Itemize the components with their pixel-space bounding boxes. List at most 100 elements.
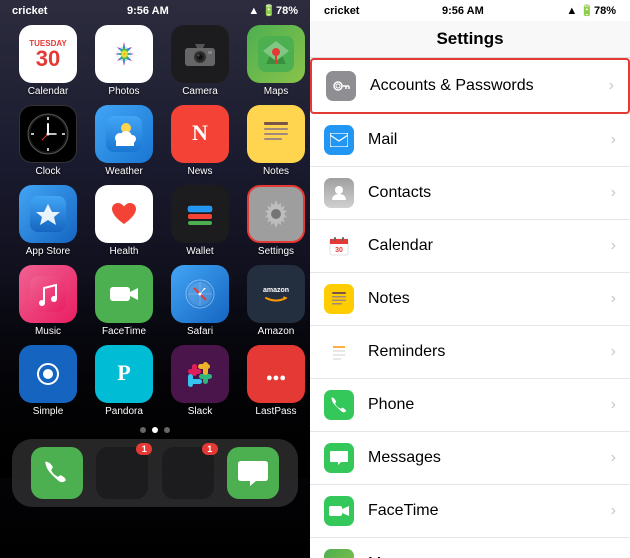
social-badge: 1: [136, 443, 152, 455]
health-label: Health: [110, 246, 139, 257]
app-pandora[interactable]: P Pandora: [90, 345, 158, 417]
calendar-label-r: Calendar: [368, 237, 611, 255]
calendar-label: Calendar: [28, 86, 69, 97]
app-weather[interactable]: Weather: [90, 105, 158, 177]
app-photos[interactable]: Photos: [90, 25, 158, 97]
dot-3: [164, 427, 170, 433]
app-notes[interactable]: Notes: [242, 105, 310, 177]
contacts-icon-bg: [324, 178, 354, 208]
reminders-icon: [330, 343, 348, 361]
settings-item-maps[interactable]: Maps ›: [310, 538, 630, 558]
settings-item-phone[interactable]: Phone ›: [310, 379, 630, 432]
dock-multi[interactable]: 1: [162, 447, 214, 499]
facetime-label: FaceTime: [102, 326, 146, 337]
app-slack[interactable]: Slack: [166, 345, 234, 417]
photos-icon: [106, 36, 142, 72]
mail-icon: [330, 133, 348, 147]
phone-settings-icon-bg: [324, 390, 354, 420]
notes-icon: [258, 116, 294, 152]
app-facetime[interactable]: FaceTime: [90, 265, 158, 337]
health-icon: [106, 196, 142, 232]
settings-item-accounts[interactable]: Accounts & Passwords ›: [310, 58, 630, 114]
settings-item-facetime[interactable]: FaceTime ›: [310, 485, 630, 538]
photos-label: Photos: [108, 86, 139, 97]
contacts-icon: [330, 184, 348, 202]
music-label: Music: [35, 326, 61, 337]
camera-icon: [183, 40, 217, 68]
contacts-chevron: ›: [611, 184, 616, 202]
app-news[interactable]: N News: [166, 105, 234, 177]
dock-messages[interactable]: [227, 447, 279, 499]
app-appstore[interactable]: App Store: [14, 185, 82, 257]
app-calendar[interactable]: Tuesday 30 Calendar: [14, 25, 82, 97]
phone-settings-icon: [330, 396, 348, 414]
maps-label: Maps: [264, 86, 288, 97]
left-carrier: cricket: [12, 5, 47, 17]
dock: 1 1: [12, 439, 298, 507]
dot-1: [140, 427, 146, 433]
pandora-icon: P: [106, 356, 142, 392]
music-icon: [30, 276, 66, 312]
lastpass-icon: ●●●: [258, 356, 294, 392]
app-music[interactable]: Music: [14, 265, 82, 337]
settings-label: Settings: [258, 246, 294, 257]
facetime-icon: [106, 276, 142, 312]
wallet-icon: [182, 196, 218, 232]
clock-icon: [26, 112, 70, 156]
svg-text:amazon: amazon: [263, 287, 289, 294]
amazon-icon: amazon: [258, 276, 294, 312]
app-grid: Tuesday 30 Calendar: [0, 21, 310, 421]
notes-chevron: ›: [611, 290, 616, 308]
settings-item-contacts[interactable]: Contacts ›: [310, 167, 630, 220]
svg-text:●●●: ●●●: [266, 372, 286, 384]
app-wallet[interactable]: Wallet: [166, 185, 234, 257]
messages-settings-icon: [330, 450, 348, 466]
settings-item-messages[interactable]: Messages ›: [310, 432, 630, 485]
maps-settings-icon-bg: [324, 549, 354, 558]
settings-icon: [260, 198, 292, 230]
notes-label-r: Notes: [368, 290, 611, 308]
left-time: 9:56 AM: [127, 5, 169, 17]
appstore-label: App Store: [26, 246, 70, 257]
app-simple[interactable]: Simple: [14, 345, 82, 417]
mail-label: Mail: [368, 131, 611, 149]
dock-phone[interactable]: [31, 447, 83, 499]
settings-item-reminders[interactable]: Reminders ›: [310, 326, 630, 379]
settings-item-calendar[interactable]: 30 Calendar ›: [310, 220, 630, 273]
left-battery: ▲ 🔋78%: [248, 4, 298, 17]
settings-nav-bar: Settings: [310, 21, 630, 58]
app-lastpass[interactable]: ●●● LastPass: [242, 345, 310, 417]
simple-icon: [30, 356, 66, 392]
svg-text:30: 30: [335, 247, 343, 254]
phone-label-r: Phone: [368, 396, 611, 414]
accounts-label: Accounts & Passwords: [370, 77, 609, 95]
reminders-icon-bg: [324, 337, 354, 367]
right-carrier: cricket: [324, 5, 359, 17]
app-clock[interactable]: Clock: [14, 105, 82, 177]
app-health[interactable]: Health: [90, 185, 158, 257]
app-maps[interactable]: Maps: [242, 25, 310, 97]
calendar-icon-bg: 30: [324, 231, 354, 261]
app-camera[interactable]: Camera: [166, 25, 234, 97]
svg-text:P: P: [117, 360, 130, 385]
appstore-icon: [30, 196, 66, 232]
facetime-settings-icon-bg: [324, 496, 354, 526]
settings-item-mail[interactable]: Mail ›: [310, 114, 630, 167]
svg-text:N: N: [192, 120, 208, 145]
maps-icon: [258, 36, 294, 72]
app-settings[interactable]: Settings: [242, 185, 310, 257]
notes-settings-icon: [330, 290, 348, 308]
clock-label: Clock: [35, 166, 60, 177]
amazon-label: Amazon: [258, 326, 295, 337]
slack-label: Slack: [188, 406, 212, 417]
app-safari[interactable]: Safari: [166, 265, 234, 337]
news-label: News: [187, 166, 212, 177]
calendar-chevron: ›: [611, 237, 616, 255]
calendar-date: 30: [36, 48, 60, 70]
key-icon: [332, 77, 350, 95]
accounts-icon: [326, 71, 356, 101]
app-amazon[interactable]: amazon Amazon: [242, 265, 310, 337]
dock-social[interactable]: 1: [96, 447, 148, 499]
pandora-label: Pandora: [105, 406, 143, 417]
settings-item-notes[interactable]: Notes ›: [310, 273, 630, 326]
